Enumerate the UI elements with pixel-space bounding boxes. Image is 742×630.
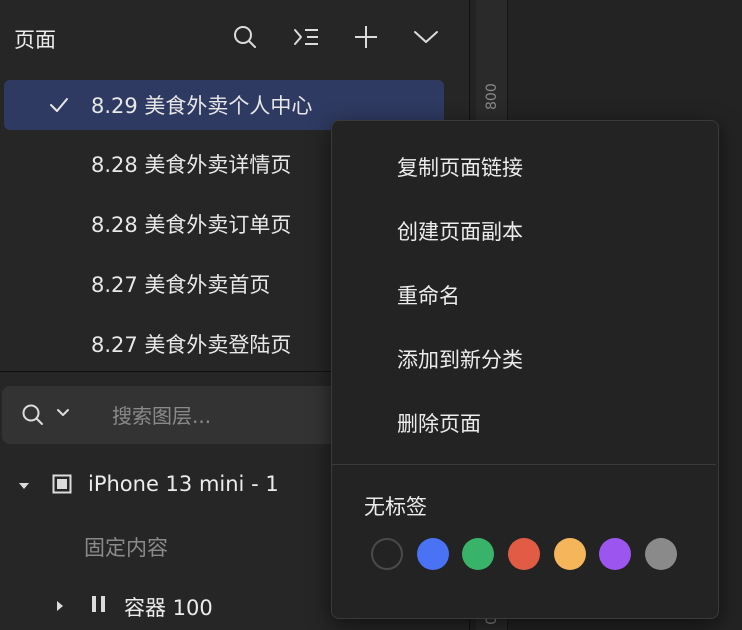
page-item-label: 8.27 美食外卖首页 [91,273,271,297]
layer-label: iPhone 13 mini - 1 [88,472,279,496]
frame-icon [52,474,72,494]
caret-down-icon[interactable] [18,481,30,491]
layer-search-input[interactable] [110,400,314,432]
page-item-label: 8.29 美食外卖个人中心 [91,94,313,118]
tag-color-orange-swatch[interactable] [554,538,586,570]
tag-color-blue-swatch[interactable] [417,538,449,570]
menu-item-delete-page[interactable]: 删除页面 [332,395,716,451]
page-title: 页面 [14,28,56,52]
menu-divider [332,464,716,465]
page-item-label: 8.27 美食外卖登陆页 [91,333,292,357]
layer-label: 容器 100 [124,596,213,620]
layer-search-box[interactable] [2,386,362,444]
caret-right-icon[interactable] [55,600,65,612]
menu-item-duplicate-page[interactable]: 创建页面副本 [332,203,716,259]
search-icon [22,404,43,425]
menu-item-label: 复制页面链接 [397,156,523,180]
menu-item-label: 删除页面 [397,412,481,436]
search-icon[interactable] [228,20,262,54]
pause-icon [92,596,105,612]
pages-header: 页面 [0,0,469,76]
layer-group-label: 固定内容 [84,536,168,560]
chevron-down-icon[interactable] [56,408,70,418]
menu-item-add-to-category[interactable]: 添加到新分类 [332,331,716,387]
tag-color-red-swatch[interactable] [508,538,540,570]
tag-color-gray-swatch[interactable] [645,538,677,570]
check-icon [50,98,68,112]
menu-item-copy-link[interactable]: 复制页面链接 [332,139,716,195]
tag-color-green-swatch[interactable] [462,538,494,570]
ruler-value: 800 [484,83,500,110]
page-item-label: 8.28 美食外卖详情页 [91,153,292,177]
tag-section-title: 无标签 [364,495,427,519]
page-item-label: 8.28 美食外卖订单页 [91,213,292,237]
chevron-down-icon[interactable] [409,20,443,54]
menu-item-rename[interactable]: 重命名 [332,267,716,323]
menu-item-label: 添加到新分类 [397,348,523,372]
context-menu: 复制页面链接 创建页面副本 重命名 添加到新分类 删除页面 无标签 [331,120,719,619]
menu-item-label: 重命名 [397,284,460,308]
tag-color-none-swatch[interactable] [371,538,403,570]
plus-icon[interactable] [349,20,383,54]
tag-color-purple-swatch[interactable] [599,538,631,570]
menu-item-label: 创建页面副本 [397,220,523,244]
collapse-list-icon[interactable] [289,20,323,54]
